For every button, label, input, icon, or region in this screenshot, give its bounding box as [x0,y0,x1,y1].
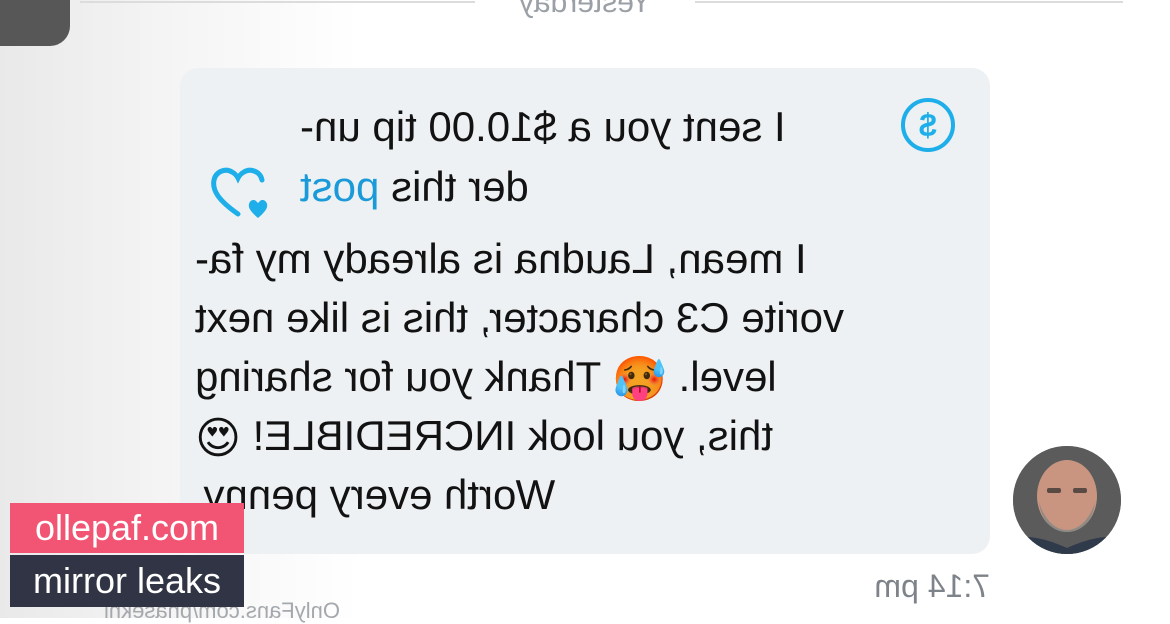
message-line-5: Worth every penny. [195,471,556,518]
avatar[interactable] [1013,446,1121,554]
message-text: Thank you for sharing [195,353,613,400]
tip-text-prefix: der this [379,163,529,210]
message-text: this, you look INCREDIBLE! [252,412,774,459]
heart-icon[interactable] [208,166,274,220]
post-link[interactable]: post [300,163,379,210]
date-label: Yesterday [518,0,652,19]
tip-text-line-2: der this post [300,157,880,217]
divider-left [80,1,475,3]
tip-text-line-1: I sent you a $10.00 tip un- [300,97,880,157]
message-text: level. [678,353,777,400]
avatar-face-icon [1013,446,1121,554]
watermark-site: ollepaf.com [10,503,244,553]
dollar-circle-icon: $ [901,98,955,152]
message-line-2: vorite C3 character, this is like next [195,294,844,341]
message-timestamp: 7:14 pm [874,568,990,604]
hot-face-emoji: 🥵 [612,354,667,404]
message-line-3: level. 🥵 Thank you for sharing [195,347,955,407]
heart-eyes-emoji: 😍 [195,413,241,463]
watermark-tagline: mirror leaks [10,555,244,607]
message-line-1: I mean, Laudna is already my fa- [195,235,807,282]
message-line-4: this, you look INCREDIBLE! 😍 [195,406,955,466]
tip-text: I sent you a $10.00 tip un- [300,103,786,150]
divider-right [695,1,1123,3]
date-separator: Yesterday [0,0,1170,20]
